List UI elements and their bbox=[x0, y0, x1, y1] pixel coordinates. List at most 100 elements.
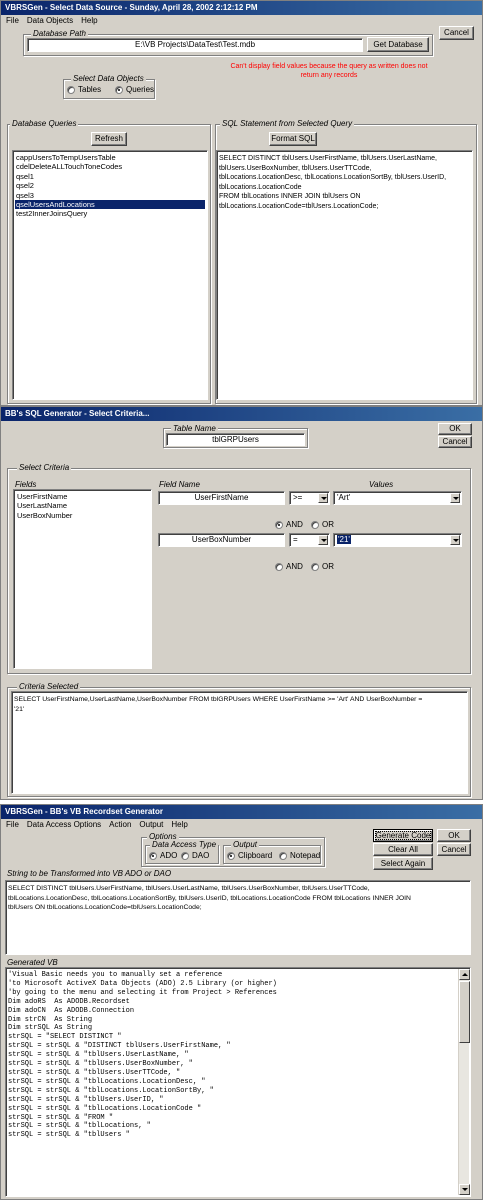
radio-or-2[interactable]: OR bbox=[311, 562, 334, 572]
string-to-transform-text[interactable]: SELECT DISTINCT tblUsers.UserFirstName, … bbox=[5, 880, 471, 955]
query-item[interactable]: cdelDeleteALLTouchToneCodes bbox=[15, 162, 205, 171]
sql-statement-text[interactable]: SELECT DISTINCT tblUsers.UserFirstName, … bbox=[216, 150, 473, 400]
radio-or-1-dot bbox=[311, 521, 319, 529]
code-line: strSQL = strSQL & "tblLocations.Location… bbox=[8, 1104, 202, 1113]
field-item[interactable]: UserLastName bbox=[16, 501, 149, 510]
radio-notepad[interactable]: Notepad bbox=[279, 851, 320, 861]
code-line: Dim strSQL As String bbox=[8, 1024, 93, 1033]
ok-button[interactable]: OK bbox=[438, 423, 472, 435]
window-title: VBRSGen - Select Data Source - Sunday, A… bbox=[1, 1, 482, 15]
radio-and-1-label: AND bbox=[286, 520, 303, 529]
code-line: strSQL = strSQL & "tblLocations.Location… bbox=[8, 1077, 206, 1086]
code-line: 'Visual Basic needs you to manually set … bbox=[8, 971, 223, 979]
radio-ado[interactable]: ADO bbox=[149, 851, 177, 861]
code-line: strSQL = "SELECT DISTINCT " bbox=[8, 1033, 122, 1042]
data-access-type-label: Data Access Type bbox=[150, 840, 219, 849]
row2-operator-value: = bbox=[293, 535, 298, 544]
cancel-button[interactable]: Cancel bbox=[437, 843, 471, 856]
radio-clipboard[interactable]: Clipboard bbox=[227, 851, 272, 861]
scroll-thumb[interactable] bbox=[459, 981, 470, 1043]
get-database-button[interactable]: Get Database bbox=[367, 37, 429, 52]
database-path-field[interactable]: E:\VB Projects\DataTest\Test.mdb bbox=[27, 38, 363, 52]
radio-and-1[interactable]: AND bbox=[275, 520, 303, 530]
menu-help[interactable]: Help bbox=[168, 819, 190, 831]
scroll-up-icon[interactable] bbox=[459, 969, 470, 980]
database-queries-label: Database Queries bbox=[10, 119, 79, 128]
window-title: BB's SQL Generator - Select Criteria... bbox=[1, 407, 482, 421]
criteria-selected-text[interactable]: SELECT UserFirstName,UserLastName,UserBo… bbox=[11, 691, 468, 794]
scroll-down-icon[interactable] bbox=[459, 1184, 470, 1195]
field-item[interactable]: UserBoxNumber bbox=[16, 511, 149, 520]
radio-tables[interactable]: Tables bbox=[67, 85, 101, 95]
radio-queries-label: Queries bbox=[126, 85, 155, 94]
cancel-button[interactable]: Cancel bbox=[439, 26, 474, 40]
radio-dao[interactable]: DAO bbox=[181, 851, 209, 861]
menu-file[interactable]: File bbox=[3, 15, 22, 27]
radio-and-2-label: AND bbox=[286, 562, 303, 571]
radio-queries-dot bbox=[115, 86, 123, 94]
query-item[interactable]: test2InnerJoinsQuery bbox=[15, 209, 205, 218]
query-item[interactable]: qsel1 bbox=[15, 172, 205, 181]
radio-and-1-dot bbox=[275, 521, 283, 529]
menu-data-access-options[interactable]: Data Access Options bbox=[24, 819, 104, 831]
recordset-generator-window: VBRSGen - BB's VB Recordset Generator Fi… bbox=[0, 804, 483, 1200]
radio-clipboard-label: Clipboard bbox=[238, 851, 273, 860]
radio-or-2-label: OR bbox=[322, 562, 334, 571]
menu-action[interactable]: Action bbox=[106, 819, 134, 831]
menu-data-objects[interactable]: Data Objects bbox=[24, 15, 76, 27]
criteria-selected-label: Criteria Selected bbox=[17, 682, 81, 691]
chevron-down-icon[interactable] bbox=[450, 493, 460, 503]
query-item[interactable]: qsel2 bbox=[15, 181, 205, 190]
radio-or-1[interactable]: OR bbox=[311, 520, 334, 530]
sql-line: tblLocations.LocationDesc, tblLocations.… bbox=[219, 174, 447, 182]
chevron-down-icon[interactable] bbox=[450, 535, 460, 545]
queries-list[interactable]: cappUsersToTempUsersTable cdelDeleteALLT… bbox=[12, 150, 208, 400]
field-item[interactable]: UserFirstName bbox=[16, 492, 149, 501]
row2-value-select[interactable]: '21' bbox=[333, 533, 462, 547]
radio-or-2-dot bbox=[311, 563, 319, 571]
refresh-button[interactable]: Refresh bbox=[91, 132, 127, 146]
vertical-scrollbar[interactable] bbox=[458, 969, 470, 1195]
radio-and-2[interactable]: AND bbox=[275, 562, 303, 572]
chevron-down-icon[interactable] bbox=[318, 535, 328, 545]
field-name-label: Field Name bbox=[159, 480, 200, 489]
sql-line: FROM tblLocations INNER JOIN tblUsers ON bbox=[219, 193, 361, 201]
generate-code-button[interactable]: Generate Code bbox=[373, 829, 433, 842]
menu-output[interactable]: Output bbox=[136, 819, 166, 831]
row1-value: 'Art' bbox=[337, 493, 351, 502]
window-title: VBRSGen - BB's VB Recordset Generator bbox=[1, 805, 482, 819]
code-line: strSQL = strSQL & "tblUsers.UserTTCode, … bbox=[8, 1068, 181, 1077]
radio-queries[interactable]: Queries bbox=[115, 85, 154, 95]
clear-all-button[interactable]: Clear All bbox=[373, 843, 433, 856]
code-line: strSQL = strSQL & "tblUsers " bbox=[8, 1131, 130, 1140]
radio-and-2-dot bbox=[275, 563, 283, 571]
database-path-label: Database Path bbox=[31, 29, 88, 38]
query-item-selected[interactable]: qselUsersAndLocations bbox=[15, 200, 205, 210]
string-line: tblLocations.LocationDesc, tblLocations.… bbox=[8, 894, 411, 902]
format-sql-button[interactable]: Format SQL bbox=[269, 132, 317, 146]
select-data-source-window: VBRSGen - Select Data Source - Sunday, A… bbox=[0, 0, 483, 406]
row1-value-select[interactable]: 'Art' bbox=[333, 491, 462, 505]
row2-operator-select[interactable]: = bbox=[289, 533, 330, 547]
sql-line: SELECT DISTINCT tblUsers.UserFirstName, … bbox=[219, 155, 437, 162]
radio-tables-label: Tables bbox=[78, 85, 102, 94]
select-again-button[interactable]: Select Again bbox=[373, 857, 433, 870]
menu-help[interactable]: Help bbox=[78, 15, 100, 27]
fields-label: Fields bbox=[15, 480, 37, 489]
ok-button[interactable]: OK bbox=[437, 829, 471, 842]
chevron-down-icon[interactable] bbox=[318, 493, 328, 503]
cancel-button[interactable]: Cancel bbox=[438, 436, 472, 448]
row1-operator-select[interactable]: >= bbox=[289, 491, 330, 505]
fields-list[interactable]: UserFirstName UserLastName UserBoxNumber bbox=[13, 489, 152, 669]
radio-ado-label: ADO bbox=[160, 851, 178, 860]
generated-vb-text[interactable]: 'Visual Basic needs you to manually set … bbox=[5, 967, 471, 1197]
row1-field-name[interactable]: UserFirstName bbox=[158, 491, 285, 505]
row2-field-name[interactable]: UserBoxNumber bbox=[158, 533, 285, 547]
table-name-field[interactable]: tblGRPUsers bbox=[166, 433, 305, 446]
query-item[interactable]: cappUsersToTempUsersTable bbox=[15, 153, 205, 162]
code-line: Dim adoRS As ADODB.Recordset bbox=[8, 997, 130, 1006]
menu-file[interactable]: File bbox=[3, 819, 22, 831]
criteria-line: '21' bbox=[14, 705, 25, 713]
query-item[interactable]: qsel3 bbox=[15, 191, 205, 200]
radio-dao-dot bbox=[181, 852, 189, 860]
